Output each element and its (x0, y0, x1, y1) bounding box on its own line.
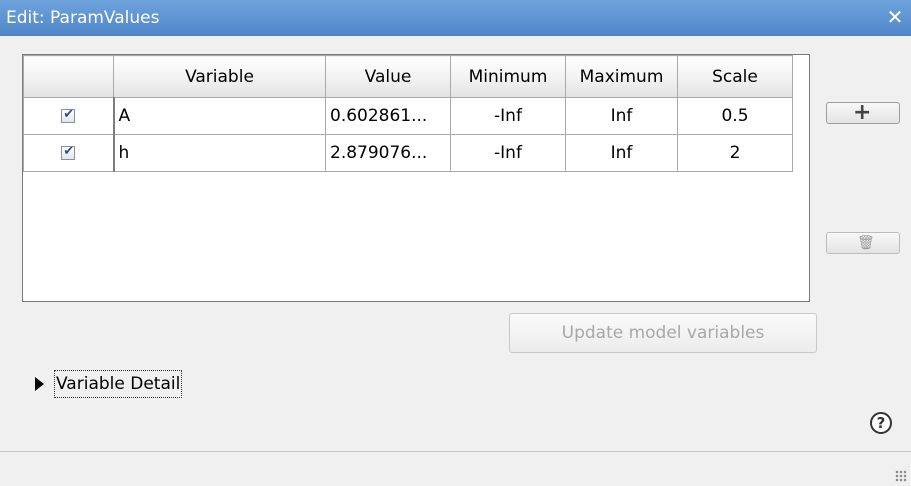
column-header-minimum[interactable]: Minimum (450, 55, 566, 98)
column-header-scale[interactable]: Scale (677, 55, 793, 98)
value-cell[interactable]: 0.602861... (325, 97, 451, 135)
window-title: Edit: ParamValues (6, 8, 160, 28)
trash-icon: 🗑 (857, 235, 875, 251)
column-header-checkbox[interactable] (23, 55, 114, 98)
help-icon[interactable]: ? (870, 412, 892, 434)
parameter-table: Variable Value Minimum Maximum Scale ✔ A… (22, 54, 810, 302)
close-icon[interactable]: ✕ (883, 5, 907, 29)
update-model-variables-button[interactable]: Update model variables (509, 313, 817, 353)
add-variable-button[interactable]: + (826, 100, 900, 125)
status-bar-divider (0, 451, 911, 452)
column-header-value[interactable]: Value (325, 55, 451, 98)
checkmark-icon: ✔ (63, 107, 75, 122)
expand-arrow-icon[interactable] (35, 377, 44, 391)
variable-detail-label[interactable]: Variable Detail (53, 370, 183, 398)
minimum-cell[interactable]: -Inf (450, 97, 566, 135)
scale-cell[interactable]: 2 (677, 134, 793, 172)
column-header-variable[interactable]: Variable (113, 55, 326, 98)
table-row[interactable]: ✔ A 0.602861... -Inf Inf 0.5 (23, 97, 793, 135)
variable-cell[interactable]: h (112, 134, 326, 172)
row-checkbox[interactable]: ✔ (61, 107, 76, 123)
table-row[interactable]: ✔ h 2.879076... -Inf Inf 2 (23, 134, 793, 172)
maximum-cell[interactable]: Inf (565, 97, 678, 135)
checkbox-cell: ✔ (23, 97, 114, 135)
checkbox-cell: ✔ (23, 134, 114, 172)
parameter-grid: Variable Value Minimum Maximum Scale ✔ A… (23, 55, 793, 172)
maximum-cell[interactable]: Inf (565, 134, 678, 172)
title-bar: Edit: ParamValues ✕ (0, 0, 911, 36)
variable-cell[interactable]: A (112, 97, 326, 135)
checkmark-icon: ✔ (63, 144, 75, 159)
value-cell[interactable]: 2.879076... (325, 134, 451, 172)
table-header-row: Variable Value Minimum Maximum Scale (23, 55, 793, 98)
plus-icon: + (853, 100, 872, 125)
row-checkbox[interactable]: ✔ (61, 144, 76, 160)
resize-grip-icon[interactable] (895, 470, 907, 482)
delete-variable-button[interactable]: 🗑 (826, 232, 900, 254)
scale-cell[interactable]: 0.5 (677, 97, 793, 135)
column-header-maximum[interactable]: Maximum (565, 55, 678, 98)
minimum-cell[interactable]: -Inf (450, 134, 566, 172)
